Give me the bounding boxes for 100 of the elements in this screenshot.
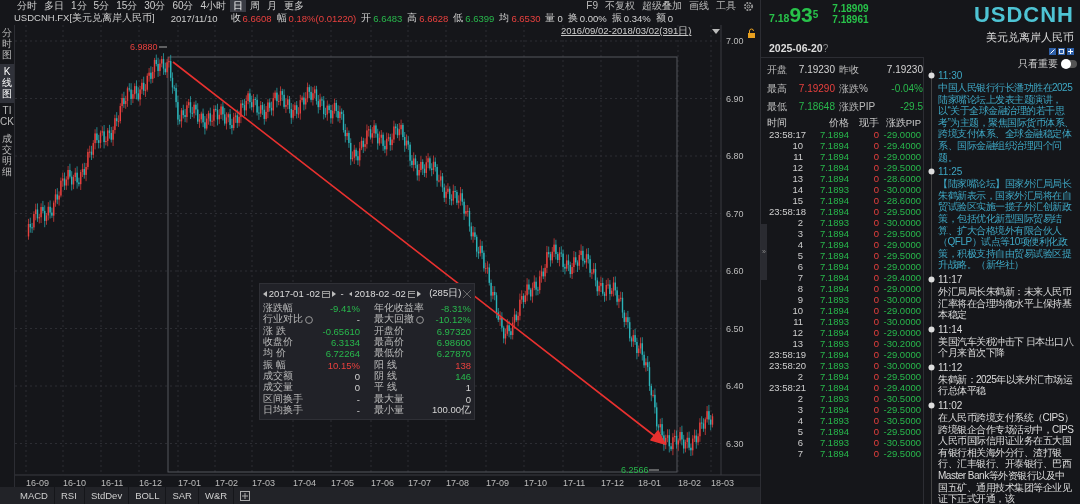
field-label: 额: [655, 12, 666, 25]
field-label: 高: [407, 12, 418, 25]
field-label: 幅: [276, 12, 287, 25]
period-tab[interactable]: 4小时: [197, 0, 230, 12]
axis-label: 17-03: [252, 478, 276, 487]
period-tab[interactable]: 5分: [90, 0, 113, 12]
period-tab[interactable]: 15分: [113, 0, 141, 12]
stat-label: 阳 线: [374, 358, 397, 371]
date-range-label[interactable]: 2016/09/02-2018/03/02(391日): [561, 25, 692, 36]
field-value: 0.34%: [623, 13, 651, 24]
summary-label: 最高: [767, 81, 788, 96]
toolbar-button[interactable]: 画线: [686, 0, 712, 12]
side-tab[interactable]: K线图: [0, 64, 14, 103]
volume-cell-text: 0: [872, 436, 879, 448]
stat-label: 均 价: [263, 347, 286, 360]
price-cell-text: 7.1894: [818, 425, 849, 437]
stat-label: 成交量: [263, 381, 293, 394]
indicator-tab[interactable]: SAR: [166, 487, 199, 504]
time-cell-text: 12: [791, 161, 803, 173]
volume-cell-text: 0: [872, 315, 879, 327]
news-text[interactable]: 中国人民银行行长潘功胜在2025陆家嘴论坛上发表主题演讲，以“关于全球金融治理的若干思考”为主题，聚焦国际货币体系、跨境支付体系、全球金融稳定体系、国际金融组织治理四个问题。: [938, 82, 1074, 164]
side-tab[interactable]: 分时图: [0, 25, 14, 64]
news-time: 11:12: [938, 361, 963, 373]
period-tab[interactable]: 多日: [41, 0, 67, 12]
period-tab[interactable]: 1分: [68, 0, 90, 12]
price-cell-text: 7.1894: [818, 304, 849, 316]
stat-label: 开盘价: [374, 324, 404, 336]
help-mark[interactable]: ?: [822, 43, 829, 54]
axis-label: 6.50: [726, 323, 744, 334]
news-text[interactable]: 在人民币跨境支付系统（CIPS）跨境银企合作专场活动中，CIPS人民币国际信用证业务在五大国有银行相关海外分行、渣打银行、汇丰银行、开泰银行、巴西Master Bank等外资银行以及中国五矿、通用技术集团等企业见证下正式开通，该: [938, 412, 1074, 504]
news-text[interactable]: 外汇局局长朱鹤新：未来人民币汇率将在合理均衡水平上保持基本稳定: [938, 285, 1074, 321]
indicator-tab[interactable]: RSI: [55, 487, 85, 504]
price-cell-text: 7.1893: [818, 436, 849, 448]
toolbar-button[interactable]: 超级叠加: [639, 0, 685, 12]
change-cell-text: -30.5000: [882, 436, 921, 448]
change-cell-text: -29.0000: [882, 326, 921, 338]
indicator-tab[interactable]: W&R: [199, 487, 235, 504]
volume-cell-text: 0: [872, 139, 879, 151]
axis-label: 6.60: [726, 266, 744, 276]
summary-label: 最低: [767, 100, 788, 114]
time-cell-text: 10: [791, 304, 803, 316]
time-cell-text: 2: [796, 370, 803, 382]
change-cell-text: -29.4000: [882, 381, 921, 393]
price-cell-text: 7.1894: [818, 238, 849, 250]
stat-label: 最大回撤: [374, 313, 414, 326]
news-text[interactable]: 美国汽车关税冲击下 日本出口八个月来首次下降: [938, 335, 1074, 359]
news-text[interactable]: 【陆家嘴论坛】国家外汇局局长朱鹤新表示，国家外汇局将在自贸试验区实施一揽子外汇创新政策，包括优化新型国际贸易结算、扩大合格境外有限合伙人（QFLP）试点等10项便利化政策，积极支持自由贸易试验区提升战略。（新华社）: [938, 178, 1074, 271]
field-value: 6.6608: [242, 13, 272, 24]
volume-cell-text: 0: [872, 447, 879, 459]
period-tab[interactable]: 分时: [14, 0, 40, 12]
axis-label: 16-12: [139, 478, 163, 487]
field-label: 换: [567, 12, 578, 25]
indicator-tab[interactable]: StdDev: [85, 487, 130, 504]
news-time: 11:30: [938, 70, 963, 81]
toolbar-button[interactable]: 不复权: [602, 0, 638, 12]
toolbar-button[interactable]: F9: [583, 0, 601, 12]
end-date-field[interactable]: 2018-02 -02: [354, 288, 406, 299]
indicator-tab[interactable]: MACD: [14, 487, 55, 504]
price-cell-text: 7.1894: [818, 139, 849, 151]
change-cell-text: -30.0000: [882, 359, 921, 371]
column-header: 现手: [858, 116, 879, 129]
axis-label: 16-09: [26, 478, 50, 487]
day-count: (285日): [429, 287, 462, 300]
change-cell-text: -29.5000: [882, 249, 921, 261]
price-cell-text: 7.1893: [818, 414, 849, 426]
period-tab[interactable]: 60分: [169, 0, 197, 12]
volume-cell-text: 0: [872, 282, 879, 294]
axis-label: 16-11: [101, 478, 124, 487]
field-label: 收: [230, 12, 241, 25]
side-tab[interactable]: 成交明细: [0, 131, 14, 181]
news-text[interactable]: 朱鹤新：2025年以来外汇市场运行总体平稳: [938, 373, 1074, 398]
volume-cell-text: 0: [872, 392, 879, 404]
axis-label: 17-06: [371, 478, 395, 487]
field-label: 均: [499, 12, 510, 25]
price-cell-text: 7.1894: [818, 370, 849, 382]
start-date-field[interactable]: 2017-01 -02: [268, 288, 321, 299]
toolbar-button[interactable]: 工具: [713, 0, 739, 12]
summary-label: 开盘: [767, 63, 788, 77]
side-tab[interactable]: TICK: [0, 103, 14, 131]
time-cell-text: 5: [796, 425, 803, 437]
time-cell-text: 6: [796, 436, 803, 448]
volume-cell-text: 0: [872, 205, 879, 217]
period-tab[interactable]: 周: [247, 0, 264, 12]
volume-cell-text: 0: [872, 425, 879, 437]
time-cell-text: 13: [791, 337, 803, 349]
change-cell-text: -30.0000: [882, 315, 921, 327]
change-cell-text: -29.5000: [882, 161, 921, 173]
change-cell-text: -30.0000: [882, 183, 921, 195]
axis-label: 16-10: [63, 478, 87, 487]
period-tab[interactable]: 月: [264, 0, 281, 12]
volume-cell-text: 0: [872, 216, 879, 228]
period-tab[interactable]: 更多: [281, 0, 308, 12]
quote-date: 2025-06-20: [769, 42, 823, 54]
period-tab[interactable]: 日: [230, 0, 247, 12]
price-cell-text: 7.1894: [818, 271, 849, 283]
low-price-marker: 6.2566: [621, 465, 649, 475]
axis-label: 17-09: [486, 478, 510, 487]
summary-value: 7.18648: [797, 100, 835, 114]
indicator-tab[interactable]: BOLL: [129, 487, 167, 504]
period-tab[interactable]: 30分: [141, 0, 169, 12]
